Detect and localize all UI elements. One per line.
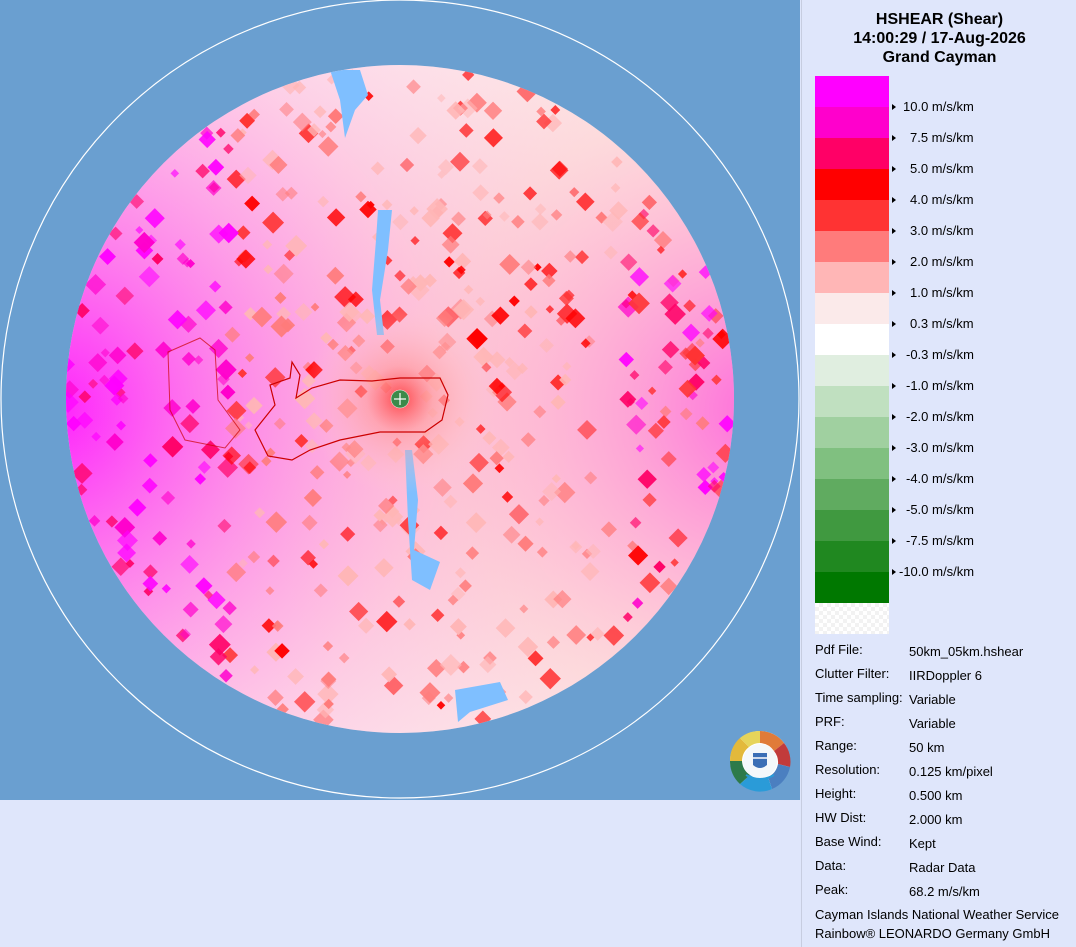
legend-swatch [815,107,889,138]
info-value: 50km_05km.hshear [909,644,1024,659]
info-key: Data: [815,858,847,873]
info-row: Pdf File: 50km_05km.hshear [815,642,1075,662]
product-title: HSHEAR (Shear) [875,11,1004,28]
credit-line-1: Cayman Islands National Weather Service [815,907,1059,922]
legend-label: -7.5 m/s/km [906,533,974,548]
legend-label: 5.0 m/s/km [910,161,974,176]
info-row: PRF: Variable [815,714,1075,734]
legend-swatch [815,231,889,262]
legend-tick-icon [892,507,896,513]
radar-image [0,0,800,799]
title-block: HSHEAR (Shear) 14:00:29 / 17-Aug-2026 Gr… [802,10,1076,67]
legend-tick-icon [892,352,896,358]
legend-label: 7.5 m/s/km [910,130,974,145]
info-key: Base Wind: [815,834,882,849]
legend-swatch [815,293,889,324]
echo-layer [66,65,734,733]
legend-tick-icon [892,414,896,420]
info-value: Kept [909,836,936,851]
legend-swatch [815,603,889,634]
footer-empty-area [0,800,800,947]
info-row: Data: Radar Data [815,858,1075,878]
legend-swatch [815,386,889,417]
legend-label: 2.0 m/s/km [910,254,974,269]
info-key: HW Dist: [815,810,867,825]
legend-swatch [815,510,889,541]
legend-tick-icon [892,476,896,482]
info-row: Clutter Filter: IIRDoppler 6 [815,666,1075,686]
product-location: Grand Cayman [882,49,997,66]
info-key: Resolution: [815,762,881,777]
legend-tick-icon [892,538,896,544]
info-key: PRF: [815,714,845,729]
info-key: Range: [815,738,857,753]
info-row: Base Wind: Kept [815,834,1075,854]
legend-swatch [815,448,889,479]
info-row: Range: 50 km [815,738,1075,758]
legend-panel: HSHEAR (Shear) 14:00:29 / 17-Aug-2026 Gr… [801,0,1076,947]
legend-label: -5.0 m/s/km [906,502,974,517]
legend-swatch [815,417,889,448]
info-value: 50 km [909,740,945,755]
product-datetime: 14:00:29 / 17-Aug-2026 [853,30,1026,47]
legend-swatch [815,355,889,386]
cayman-weather-service-logo-icon [729,730,791,792]
info-key: Peak: [815,882,849,897]
info-key: Clutter Filter: [815,666,890,681]
legend-tick-icon [892,569,896,575]
legend-tick-icon [892,290,896,296]
info-value: Radar Data [909,860,976,875]
info-row: Height: 0.500 km [815,786,1075,806]
legend-tick-icon [892,166,896,172]
info-row: Resolution: 0.125 km/pixel [815,762,1075,782]
legend-label: -0.3 m/s/km [906,347,974,362]
legend-swatch [815,479,889,510]
legend-label: 10.0 m/s/km [903,99,974,114]
info-value: 2.000 km [909,812,963,827]
credits: Cayman Islands National Weather Service … [815,905,1059,943]
legend-swatch [815,324,889,355]
legend-swatch [815,169,889,200]
legend-label: 0.3 m/s/km [910,316,974,331]
info-value: Variable [909,692,956,707]
legend-label: -1.0 m/s/km [906,378,974,393]
info-value: IIRDoppler 6 [909,668,982,683]
legend-swatch [815,262,889,293]
info-value: Variable [909,716,956,731]
info-key: Pdf File: [815,642,863,657]
legend-tick-icon [892,445,896,451]
legend-tick-icon [892,259,896,265]
credit-line-2: Rainbow® LEONARDO Germany GmbH [815,926,1050,941]
legend-tick-icon [892,383,896,389]
legend-label: -2.0 m/s/km [906,409,974,424]
info-value: 68.2 m/s/km [909,884,980,899]
info-value: 0.125 km/pixel [909,764,993,779]
green-crosshair-icon [390,389,410,409]
legend-swatch [815,572,889,603]
legend-tick-icon [892,228,896,234]
legend-swatch [815,200,889,231]
legend-label: 4.0 m/s/km [910,192,974,207]
info-key: Height: [815,786,857,801]
legend-label: -10.0 m/s/km [899,564,975,579]
legend-tick-icon [892,321,896,327]
legend-tick-icon [892,197,896,203]
info-row: Time sampling: Variable [815,690,1075,710]
info-value: 0.500 km [909,788,963,803]
info-row: Peak: 68.2 m/s/km [815,882,1075,902]
legend-swatch [815,541,889,572]
legend-tick-icon [892,104,896,110]
radar-map[interactable] [0,0,800,800]
legend-swatch [815,138,889,169]
legend-label: -4.0 m/s/km [906,471,974,486]
legend-label: 1.0 m/s/km [910,285,974,300]
legend-label: 3.0 m/s/km [910,223,974,238]
legend-label: -3.0 m/s/km [906,440,974,455]
legend-swatch [815,76,889,107]
info-row: HW Dist: 2.000 km [815,810,1075,830]
legend-tick-icon [892,135,896,141]
info-key: Time sampling: [815,690,903,705]
